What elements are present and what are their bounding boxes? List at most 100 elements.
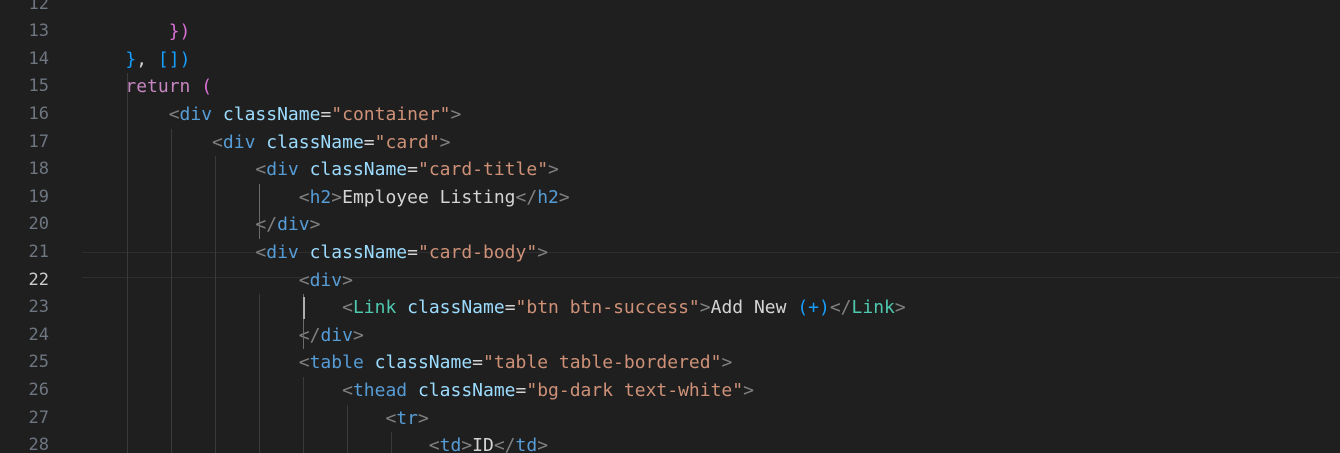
line-number: 18 [28,159,49,180]
indent-guide [391,432,392,453]
code-token: className [407,297,505,319]
code-line[interactable]: <div className="card"> [82,129,450,157]
code-token: className [266,131,364,153]
line-number: 20 [28,214,49,235]
code-token: div [320,324,353,346]
code-token: [] [157,48,180,70]
indent-guide [215,156,216,453]
code-token: </ [298,324,321,346]
line-number: 16 [28,103,49,124]
indent-guide [347,404,348,453]
code-line[interactable]: </div> [82,322,364,350]
code-token: Link [352,297,397,319]
code-token: (+) [797,297,830,319]
code-token: < [342,297,353,319]
line-number: 19 [28,186,49,207]
code-token: "card-title" [417,159,549,181]
code-line[interactable] [82,0,299,18]
line-number-gutter[interactable]: 12 13 14 15 16 17 18 19 20 21 22 23 24 25 26 27 28 [0,0,70,453]
code-token: </ [515,186,538,208]
code-line[interactable]: </div> [82,211,320,239]
code-token: < [255,241,267,263]
code-line[interactable]: <div className="card-title"> [82,156,558,184]
code-token: className [374,352,473,374]
code-token: > [331,186,343,208]
code-line[interactable]: <div className="card-body"> [82,239,548,267]
code-token: className [309,241,408,263]
code-token: < [342,379,353,401]
code-line[interactable]: }) [82,18,191,46]
code-token: Link [851,297,895,319]
code-token: = [407,241,418,263]
code-token: < [298,352,310,374]
code-token: div [222,131,256,153]
code-token: }) [168,21,191,43]
code-line[interactable]: <td>ID</td> [82,432,548,453]
code-token: = [515,379,527,401]
code-token: ) [179,48,191,70]
code-token: = [320,103,332,125]
line-number: 17 [28,131,49,152]
code-token: div [266,159,299,181]
code-token: className [309,159,408,181]
code-token: ( [201,76,213,98]
code-line[interactable]: <table className="table table-bordered"> [82,349,733,377]
code-token: className [417,379,516,401]
code-token: h2 [537,186,559,208]
code-line[interactable]: <tr> [82,405,428,433]
code-line[interactable]: <thead className="bg-dark text-white"> [82,377,754,405]
code-token: > [309,214,321,236]
code-token: div [277,214,310,236]
code-token: < [255,159,267,181]
code-token: , [136,48,158,70]
code-token: } [125,48,137,70]
code-token: td [439,435,462,453]
code-token: > [743,379,754,401]
code-editor[interactable]: 12 13 14 15 16 17 18 19 20 21 22 23 24 25 26 27 28 }) },… [0,0,1340,453]
code-token: return [125,76,191,98]
code-token: = [472,352,484,374]
line-number: 24 [28,324,49,345]
line-number: 28 [28,435,49,453]
code-token: </ [829,297,852,319]
code-token: > [450,103,462,125]
code-line[interactable]: <h2>Employee Listing</h2> [82,184,570,212]
code-token: = [363,131,375,153]
code-line[interactable]: <div> [82,267,353,295]
code-token: > [342,269,353,291]
line-number: 22 [28,269,49,290]
code-token: "table table-bordered" [483,352,722,374]
code-token: </ [493,435,516,453]
line-number: 26 [28,379,49,400]
code-area[interactable]: }) }, []) return ( <div className="conta… [82,0,1340,453]
code-token: = [504,297,516,319]
indent-guide [303,376,304,453]
code-token: h2 [309,186,332,208]
code-line[interactable]: }, []) [82,46,190,74]
code-line[interactable]: <div className="container"> [82,101,462,129]
code-token: > [721,352,733,374]
code-token: < [212,131,223,153]
code-token: div [309,269,343,291]
code-token: "bg-dark text-white" [526,379,744,401]
code-token: table [309,352,364,374]
code-line[interactable]: return ( [82,73,212,101]
code-token: tr [396,407,418,429]
code-line[interactable]: <Link className="btn btn-success">Add Ne… [82,294,906,322]
code-token: < [428,435,440,453]
line-number: 23 [28,297,49,318]
